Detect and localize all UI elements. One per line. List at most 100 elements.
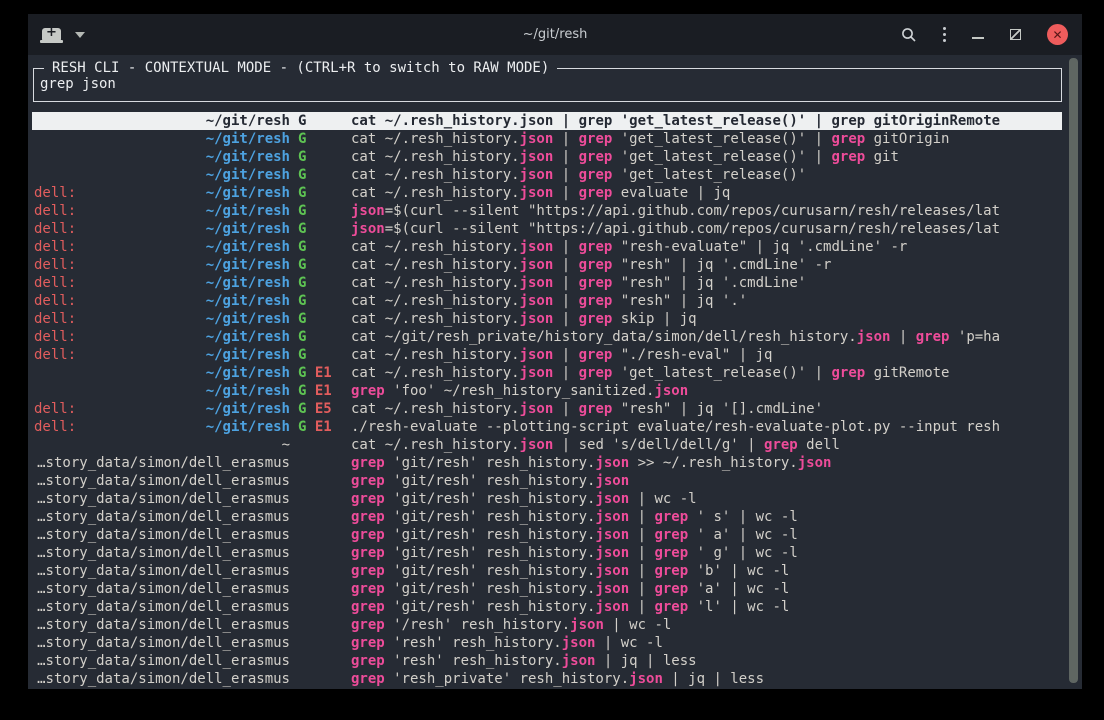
match-highlight: json — [520, 239, 554, 255]
history-row[interactable]: …story_data/simon/dell_erasmus grep 'resh… — [32, 652, 1062, 670]
match-highlight: json — [520, 365, 554, 381]
menu-kebab-icon[interactable] — [943, 27, 946, 42]
flags-label: G E5 — [298, 400, 332, 418]
match-highlight: json — [857, 329, 891, 345]
directory-label: ~/git/resh — [34, 418, 290, 436]
history-row[interactable]: …story_data/simon/dell_erasmusgrep 'git/… — [32, 562, 1062, 580]
directory-label: …story_data/simon/dell_erasmus — [34, 526, 290, 544]
match-highlight: grep — [351, 509, 385, 525]
match-highlight: json — [654, 383, 688, 399]
history-row[interactable]: dell:~/git/reshGcat ~/.resh_history.json… — [32, 292, 1062, 310]
flag-g: G — [298, 275, 306, 291]
match-highlight: json — [595, 599, 629, 615]
directory-label: ~/git/resh — [34, 148, 290, 166]
history-row[interactable]: …story_data/simon/dell_erasmusgrep 'resh… — [32, 634, 1062, 652]
history-row[interactable]: …story_data/simon/dell_erasmusgrep 'git/… — [32, 508, 1062, 526]
history-row[interactable]: …story_data/simon/dell_erasmusgrep 'resh… — [32, 670, 1062, 688]
directory-label: ~/git/resh — [34, 382, 290, 400]
directory-label: …story_data/simon/dell_erasmus — [34, 652, 290, 670]
match-highlight: json — [520, 347, 554, 363]
history-row-selected[interactable]: ~/git/reshGcat ~/.resh_history.json | gr… — [32, 112, 1062, 130]
match-highlight: grep — [351, 545, 385, 561]
restore-button[interactable] — [1010, 29, 1021, 40]
match-highlight: json — [520, 131, 554, 147]
history-row[interactable]: …story_data/simon/dell_erasmusgrep 'git/… — [32, 598, 1062, 616]
command-text: grep 'resh' resh_history.json | jq | les… — [351, 652, 1062, 670]
command-text: cat ~/.resh_history.json | grep "./resh-… — [351, 346, 1062, 364]
history-row[interactable]: dell:~/git/reshGcat ~/.resh_history.json… — [32, 274, 1062, 292]
directory-label: …story_data/simon/dell_erasmus — [34, 670, 290, 688]
match-highlight: grep — [351, 635, 385, 651]
history-row[interactable]: dell:~/git/reshGcat ~/.resh_history.json… — [32, 310, 1062, 328]
command-text: ./resh-evaluate --plotting-script evalua… — [351, 418, 1062, 436]
history-row[interactable]: ~/git/resh Gcat ~/.resh_history.json | gr… — [32, 148, 1062, 166]
directory-label: ~/git/resh — [34, 346, 290, 364]
match-highlight: json — [595, 491, 629, 507]
flag-g: G — [298, 149, 306, 165]
search-icon[interactable] — [901, 27, 917, 43]
history-row[interactable]: ~/git/reshG E1cat ~/.resh_history.json |… — [32, 364, 1062, 382]
close-button[interactable]: ✕ — [1047, 24, 1068, 45]
history-row[interactable]: …story_data/simon/dell_erasmusgrep 'git/… — [32, 544, 1062, 562]
command-text: cat ~/.resh_history.json | grep "resh" |… — [351, 256, 1062, 274]
history-row[interactable]: dell:~/git/reshGcat ~/git/resh_private/h… — [32, 328, 1062, 346]
history-row[interactable]: dell:~/git/reshGcat ~/.resh_history.json… — [32, 256, 1062, 274]
directory-label: ~ — [34, 436, 290, 454]
flag-e5: E5 — [306, 401, 331, 417]
history-row[interactable]: …story_data/simon/dell_erasmusgrep 'git/… — [32, 490, 1062, 508]
directory-label: ~/git/resh — [34, 364, 290, 382]
directory-label: ~/git/resh — [34, 220, 290, 238]
history-row[interactable]: ~/git/reshGcat ~/.resh_history.json | gr… — [32, 130, 1062, 148]
history-row[interactable]: ~/git/reshGcat ~/.resh_history.json | gr… — [32, 166, 1062, 184]
scrollbar-thumb[interactable] — [1069, 58, 1078, 683]
history-row[interactable]: dell:~/git/reshGjson=$(curl --silent "ht… — [32, 220, 1062, 238]
command-text: grep 'resh' resh_history.json | wc -l — [351, 634, 1062, 652]
command-text: cat ~/.resh_history.json | grep 'get_lat… — [351, 148, 1062, 166]
match-highlight: grep — [351, 617, 385, 633]
match-highlight: grep — [351, 455, 385, 471]
command-text: grep '/resh' resh_history.json | wc -l — [351, 616, 1062, 634]
flag-g: G — [298, 239, 306, 255]
match-highlight: json — [520, 185, 554, 201]
match-highlight: grep — [351, 653, 385, 669]
directory-label: …story_data/simon/dell_erasmus — [34, 598, 290, 616]
history-row[interactable]: dell:~/git/reshG E5cat ~/.resh_history.j… — [32, 400, 1062, 418]
match-highlight: grep — [579, 131, 613, 147]
match-highlight: grep — [351, 527, 385, 543]
flag-g: G — [298, 167, 306, 183]
directory-label: ~/git/resh — [34, 238, 290, 256]
match-highlight: grep — [654, 599, 688, 615]
history-row[interactable]: …story_data/simon/dell_erasmusgrep 'git/… — [32, 454, 1062, 472]
match-highlight: grep — [764, 437, 798, 453]
history-row[interactable]: ~/git/reshG E1grep 'foo' ~/resh_history_… — [32, 382, 1062, 400]
history-row[interactable]: dell:~/git/reshGcat ~/.resh_history.json… — [32, 184, 1062, 202]
flags-label: G — [298, 328, 306, 346]
flags-label: G E1 — [298, 382, 332, 400]
directory-label: …story_data/simon/dell_erasmus — [34, 562, 290, 580]
flag-g: G — [298, 185, 306, 201]
directory-label: ~/git/resh — [34, 400, 290, 418]
match-highlight: grep — [831, 131, 865, 147]
flag-g: G — [298, 257, 306, 273]
match-highlight: grep — [579, 347, 613, 363]
history-row[interactable]: dell:~/git/reshGcat ~/.resh_history.json… — [32, 346, 1062, 364]
minimize-button[interactable] — [972, 37, 984, 39]
match-highlight: json — [595, 509, 629, 525]
history-row[interactable]: …story_data/simon/dell_erasmusgrep '/res… — [32, 616, 1062, 634]
history-row[interactable]: …story_data/simon/dell_erasmusgrep 'git/… — [32, 472, 1062, 490]
flags-label: G — [298, 130, 306, 148]
history-row[interactable]: …story_data/simon/dell_erasmusgrep 'git/… — [32, 526, 1062, 544]
match-highlight: grep — [831, 113, 865, 129]
command-text: grep 'git/resh' resh_history.json | grep… — [351, 508, 1062, 526]
history-row[interactable]: dell:~/git/reshG E1./resh-evaluate --plo… — [32, 418, 1062, 436]
history-row[interactable]: dell:~/git/reshGjson=$(curl --silent "ht… — [32, 202, 1062, 220]
command-text: cat ~/.resh_history.json | grep "resh" |… — [351, 400, 1062, 418]
directory-label: ~/git/resh — [34, 274, 290, 292]
directory-label: …story_data/simon/dell_erasmus — [34, 490, 290, 508]
match-highlight: grep — [831, 365, 865, 381]
match-highlight: grep — [351, 473, 385, 489]
history-row[interactable]: …story_data/simon/dell_erasmusgrep 'git/… — [32, 580, 1062, 598]
history-row[interactable]: dell:~/git/reshGcat ~/.resh_history.json… — [32, 238, 1062, 256]
history-row[interactable]: ~cat ~/.resh_history.json | sed 's/dell/… — [32, 436, 1062, 454]
search-query-input[interactable]: grep json — [40, 75, 116, 93]
